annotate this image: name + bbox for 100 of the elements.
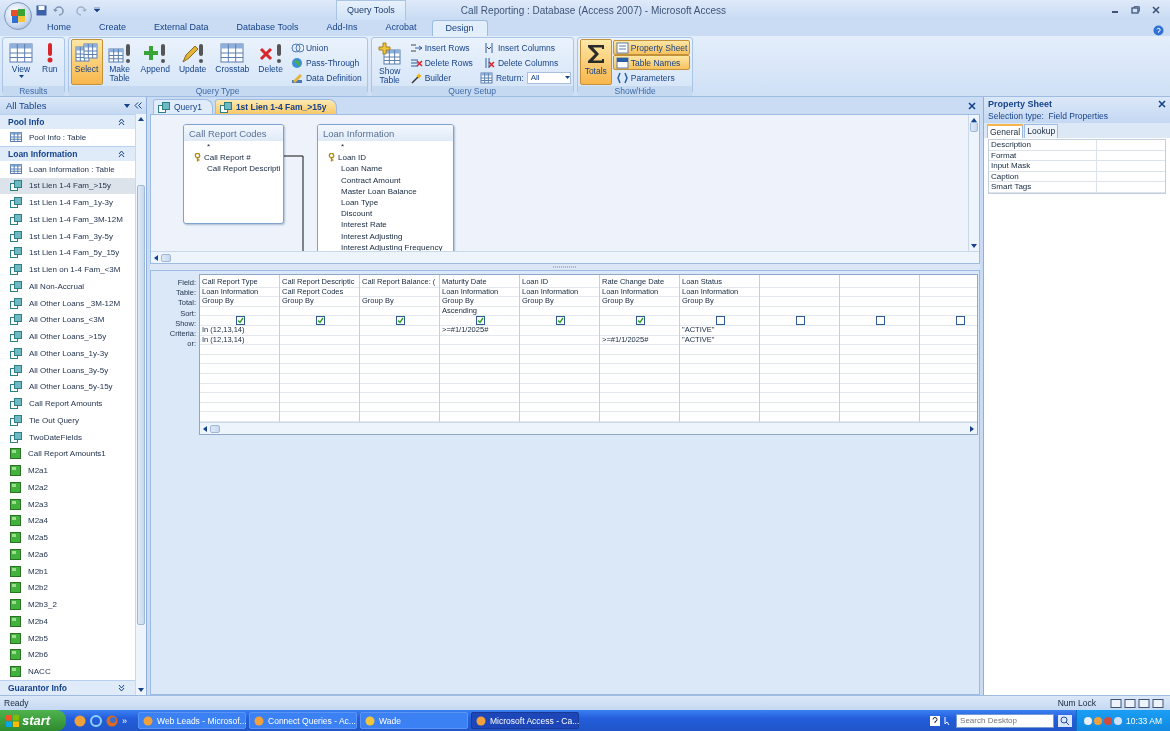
- document-tab[interactable]: Query1: [153, 99, 213, 114]
- collapse-icon: [118, 149, 125, 158]
- ribbon-tab[interactable]: Add-Ins: [313, 20, 371, 36]
- ribbon-button[interactable]: Crosstab: [211, 39, 254, 85]
- scrollbar[interactable]: [151, 251, 979, 263]
- ribbon-button[interactable]: Delete: [254, 39, 287, 85]
- ribbon-button[interactable]: Property Sheet: [612, 40, 691, 55]
- taskbar-button[interactable]: Connect Queries - Ac...: [249, 712, 357, 729]
- right-arrow-icon: [970, 425, 974, 432]
- field-name[interactable]: Loan Name: [341, 164, 383, 174]
- ribbon-button[interactable]: Delete Rows: [406, 55, 476, 70]
- field-name[interactable]: Contract Amount: [341, 175, 401, 185]
- up-arrow-icon: [138, 117, 144, 121]
- field-name[interactable]: Master Loan Balance: [341, 186, 417, 196]
- ribbon-button[interactable]: Totals: [579, 39, 612, 85]
- close-icon: [968, 102, 976, 110]
- property-tab[interactable]: General: [987, 124, 1024, 138]
- table-grid-icon: [479, 71, 493, 84]
- field-name[interactable]: *: [207, 142, 211, 152]
- save-icon: [36, 4, 47, 16]
- search-field[interactable]: Search Desktop: [956, 713, 1055, 728]
- ribbon-button[interactable]: Update: [174, 39, 211, 85]
- scroll-thumb[interactable]: [970, 122, 978, 132]
- show-checkbox[interactable]: [396, 316, 405, 325]
- field-list[interactable]: Call Report Codes * Call Report # Call Report Descripti: [183, 124, 284, 224]
- pane-splitter[interactable]: [150, 264, 980, 270]
- ribbon-button[interactable]: Insert Columns: [479, 40, 571, 55]
- taskbar-button[interactable]: Wade: [360, 712, 468, 729]
- show-checkbox[interactable]: [236, 316, 245, 325]
- show-checkbox[interactable]: [476, 316, 485, 325]
- group-label: Query Type: [68, 86, 367, 96]
- scroll-thumb[interactable]: [161, 253, 171, 262]
- scrollbar[interactable]: [200, 422, 977, 434]
- ribbon-button[interactable]: Data Definition: [287, 70, 365, 85]
- macro-icon: [10, 666, 21, 678]
- field-name[interactable]: Call Report Descripti: [207, 164, 281, 174]
- field-name[interactable]: Loan Type: [341, 198, 379, 208]
- macro-icon: [10, 565, 21, 577]
- ribbon-button[interactable]: Select: [70, 39, 103, 85]
- ribbon-tab[interactable]: Design: [431, 20, 488, 36]
- scrollbar[interactable]: [968, 115, 979, 251]
- ribbon-button[interactable]: Make Table: [103, 39, 136, 85]
- ribbon-tab[interactable]: Acrobat: [372, 20, 430, 36]
- scrollbar[interactable]: [135, 114, 146, 695]
- ribbon-tab[interactable]: Database Tools: [223, 20, 312, 36]
- nav-group-header[interactable]: Guarantor Info: [0, 680, 135, 695]
- return-dropdown[interactable]: All: [526, 71, 571, 84]
- show-checkbox[interactable]: [556, 316, 565, 325]
- return-label: Return:: [495, 72, 524, 83]
- macro-icon: [10, 649, 21, 661]
- collapse-icon: [118, 118, 125, 126]
- plus-exclamation-icon: [143, 42, 168, 64]
- ribbon-button[interactable]: Builder: [406, 70, 476, 85]
- table-icon: [10, 132, 22, 143]
- field-name[interactable]: Interest Rate: [341, 220, 387, 230]
- ribbon-button[interactable]: Run: [38, 39, 62, 85]
- document-tab[interactable]: 1st Lien 1-4 Fam_>15y: [214, 99, 338, 114]
- field-name[interactable]: Loan ID: [338, 153, 367, 163]
- ribbon-button[interactable]: Table Names: [612, 55, 691, 70]
- ribbon-button[interactable]: View: [5, 39, 37, 85]
- field-name[interactable]: *: [341, 142, 345, 152]
- nav-group-header[interactable]: Pool Info: [0, 114, 135, 129]
- ribbon-tab[interactable]: Create: [86, 20, 140, 36]
- field-list[interactable]: Loan Information * Loan ID Loan Name Contract Amount Master Loan Balance Loan Type Discount Interest Rate Interest Adjusting Interest Adjusting Frequency: [317, 124, 454, 251]
- ribbon-button[interactable]: Insert Rows: [406, 40, 476, 55]
- show-checkbox[interactable]: [956, 316, 965, 325]
- scroll-thumb[interactable]: [210, 424, 220, 433]
- office-button[interactable]: [4, 2, 32, 30]
- field-name[interactable]: Call Report #: [204, 153, 251, 163]
- delete-columns-icon: [482, 56, 496, 69]
- show-checkbox[interactable]: [796, 316, 805, 325]
- more-chevron[interactable]: »: [122, 715, 127, 726]
- clock: 10:33 AM: [1126, 715, 1162, 726]
- macro-icon: [10, 515, 21, 527]
- show-checkbox[interactable]: [316, 316, 325, 325]
- ribbon-tab[interactable]: External Data: [141, 20, 222, 36]
- show-checkbox[interactable]: [636, 316, 645, 325]
- ribbon-button[interactable]: Parameters: [612, 70, 691, 85]
- property-tab[interactable]: Lookup: [1024, 124, 1059, 138]
- taskbar-button[interactable]: Web Leads - Microsof...: [138, 712, 246, 729]
- caret-icon: [564, 76, 570, 79]
- ribbon-button[interactable]: Pass-Through: [287, 55, 365, 70]
- ribbon-button[interactable]: Append: [136, 39, 174, 85]
- macro-icon: [10, 582, 21, 594]
- office-logo-icon: [10, 8, 26, 24]
- field-name[interactable]: Interest Adjusting Frequency: [341, 242, 443, 251]
- field-list-title: Loan Information: [318, 125, 453, 141]
- ribbon-button[interactable]: Union: [287, 40, 365, 55]
- taskbar-button[interactable]: Microsoft Access - Ca...: [471, 712, 579, 729]
- ribbon-tab[interactable]: Home: [34, 20, 84, 36]
- field-name[interactable]: Interest Adjusting: [341, 231, 403, 241]
- show-checkbox[interactable]: [716, 316, 725, 325]
- query-icon: [10, 398, 22, 410]
- ribbon-button[interactable]: Show Table: [373, 39, 406, 85]
- ribbon-button[interactable]: Delete Columns: [479, 55, 571, 70]
- field-name[interactable]: Discount: [341, 209, 373, 219]
- query-icon: [10, 230, 22, 242]
- scroll-thumb[interactable]: [137, 184, 145, 625]
- show-checkbox[interactable]: [876, 316, 885, 325]
- app-icon: [365, 715, 375, 726]
